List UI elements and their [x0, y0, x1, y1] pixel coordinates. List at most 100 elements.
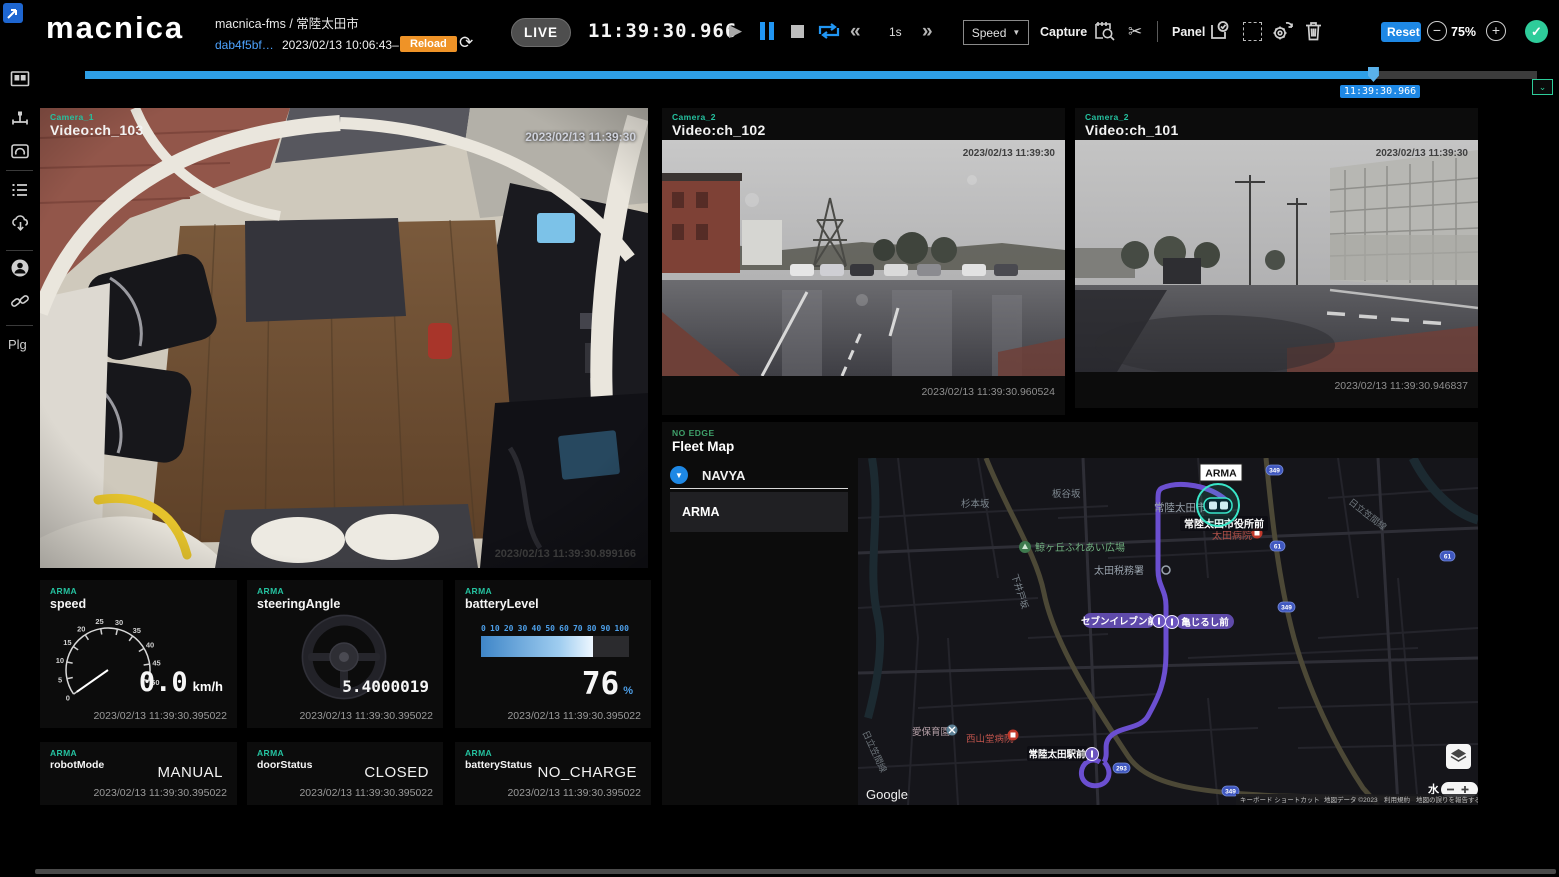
svg-text:5: 5: [58, 676, 62, 685]
macnica-logo: macnica: [46, 10, 184, 46]
trash-icon[interactable]: [1303, 20, 1324, 42]
map-label-itaya: 板谷坂: [1052, 488, 1081, 500]
battery-scale: 0102030405060708090100: [481, 624, 629, 633]
panel-label: Panel: [1172, 25, 1205, 39]
channel-label: Video:ch_103: [50, 122, 144, 139]
telemetry-card-steering: ARMA steeringAngle 5.4000019 2023/02/13 …: [247, 580, 443, 728]
video-header-ch102: Camera_2 Video:ch_102: [672, 112, 766, 139]
sidebar-divider: [6, 250, 33, 251]
capture-list-icon[interactable]: [1093, 19, 1116, 42]
sidebar-item-plugins[interactable]: Plg: [8, 337, 27, 352]
stop-button[interactable]: [791, 25, 804, 38]
gauge-panel-icon[interactable]: [10, 141, 30, 161]
vehicle-list-item[interactable]: ARMA: [670, 492, 848, 532]
svg-text:61: 61: [1444, 554, 1452, 561]
fms-app: macnica macnica-fms / 常陸太田市 dab4f5bf… 20…: [0, 0, 1559, 877]
panel-save-icon[interactable]: [1208, 19, 1231, 42]
user-icon[interactable]: [10, 258, 30, 278]
metric-value: NO_CHARGE: [537, 764, 637, 781]
battery-bar: [481, 636, 629, 657]
stream-id-link[interactable]: dab4f5bf…: [215, 38, 274, 52]
zoom-reset-button[interactable]: Reset: [1381, 22, 1421, 42]
camera-label: Camera_2: [1085, 112, 1179, 122]
play-button[interactable]: ▶: [729, 21, 742, 41]
map-label-water: 水: [1428, 782, 1440, 796]
svg-text:25: 25: [95, 617, 103, 626]
timeline-track[interactable]: 11:39:30.966: [85, 71, 1537, 79]
hospital-glyph: [1255, 531, 1260, 536]
map-viewport[interactable]: 常陸太田市 杉本坂 板谷坂 下井戸坂 日立笠間線 日立笠間線 太田税務署 鯨ヶ丘…: [858, 458, 1478, 805]
edge-status-label: NO EDGE: [672, 428, 715, 438]
speed-value: 0.0 km/h: [139, 667, 223, 698]
video-header-ch101: Camera_2 Video:ch_101: [1085, 112, 1179, 139]
video-timestamp-frame: 2023/02/13 11:39:30.960524: [921, 386, 1055, 398]
list-icon[interactable]: [10, 180, 30, 200]
pause-button[interactable]: [760, 22, 774, 40]
map-layers-button[interactable]: [1446, 744, 1471, 769]
svg-text:349: 349: [1281, 605, 1292, 612]
metric-name: doorStatus: [257, 759, 312, 771]
video-timestamp-overlay: 2023/02/13 11:39:30: [1376, 148, 1468, 159]
metric-name: batteryStatus: [465, 759, 532, 771]
svg-text:常陸太田駅前: 常陸太田駅前: [1028, 749, 1086, 761]
pipeline-node-icon[interactable]: [10, 109, 30, 129]
reload-button[interactable]: Reload: [400, 36, 457, 52]
svg-text:61: 61: [1274, 544, 1282, 551]
battery-value: 76 %: [582, 666, 633, 702]
scissors-icon[interactable]: ✂: [1128, 22, 1142, 42]
vehicle-tag: ARMA: [1200, 464, 1242, 481]
channel-label: Video:ch_102: [672, 122, 766, 139]
horizontal-scrollbar[interactable]: [35, 869, 1556, 874]
stop-kamejirushi[interactable]: 亀じるし前: [1176, 614, 1234, 629]
group-name: NAVYA: [702, 468, 745, 483]
dashboard-icon[interactable]: [10, 69, 30, 89]
playback-clock: 11:39:30.966: [588, 20, 737, 42]
source-label: ARMA: [50, 586, 77, 596]
svg-text:セブンイレブン前: セブンイレブン前: [1081, 616, 1158, 628]
svg-text:ARMA: ARMA: [1205, 468, 1237, 480]
group-expander-icon[interactable]: ▼: [670, 466, 688, 484]
loop-button[interactable]: [816, 20, 842, 42]
zoom-in-button[interactable]: +: [1486, 21, 1506, 41]
zoom-level: 75%: [1451, 25, 1476, 39]
metric-value: CLOSED: [364, 764, 429, 781]
header-bar: macnica macnica-fms / 常陸太田市 dab4f5bf… 20…: [0, 0, 1559, 62]
attr-terms[interactable]: 利用規約: [1384, 795, 1411, 804]
link-icon[interactable]: [10, 291, 30, 311]
step-back-button[interactable]: «: [850, 21, 861, 43]
map-label-sugimoto: 杉本坂: [961, 498, 990, 510]
svg-text:20: 20: [77, 624, 85, 633]
attr-shortcuts[interactable]: キーボード ショートカット: [1240, 796, 1320, 804]
window-expand-icon[interactable]: [3, 3, 23, 23]
video-header-ch103: Camera_1 Video:ch_103: [50, 112, 144, 139]
panel-settings-icon[interactable]: [1271, 19, 1295, 43]
metric-name: speed: [50, 597, 86, 611]
stop-seven-eleven[interactable]: セブンイレブン前: [1081, 613, 1158, 628]
attr-report[interactable]: 地図の誤りを報告する: [1416, 795, 1478, 804]
live-button[interactable]: LIVE: [511, 18, 571, 47]
timeline-collapse-button[interactable]: ⌄: [1532, 79, 1553, 95]
step-forward-button[interactable]: »: [922, 21, 933, 43]
sidebar-divider: [6, 170, 33, 171]
chevron-down-icon: ▼: [1012, 28, 1020, 37]
vehicle-marker[interactable]: [1197, 484, 1239, 526]
metric-timestamp: 2023/02/13 11:39:30.395022: [299, 710, 433, 722]
refresh-icon[interactable]: ⟳: [459, 33, 473, 53]
source-label: ARMA: [50, 748, 77, 758]
map-label-tax-office: 太田税務署: [1094, 564, 1144, 577]
cloud-download-icon[interactable]: [10, 213, 30, 233]
speed-select[interactable]: Speed ▼: [963, 20, 1029, 45]
battery-bar-fill: [481, 636, 593, 657]
source-label: ARMA: [257, 748, 284, 758]
telemetry-card-robot-mode: ARMA robotMode MANUAL 2023/02/13 11:39:3…: [40, 742, 237, 805]
hospital-glyph-2: [1011, 733, 1016, 738]
svg-text:35: 35: [133, 626, 141, 635]
camera-label: Camera_1: [50, 112, 144, 122]
select-area-icon[interactable]: [1243, 22, 1262, 41]
zoom-out-button[interactable]: −: [1427, 21, 1447, 41]
timeline-handle[interactable]: [1368, 67, 1379, 82]
stop-station[interactable]: 常陸太田駅前: [1027, 746, 1087, 761]
sidebar-divider: [6, 325, 33, 326]
speed-select-label: Speed: [972, 26, 1007, 40]
stream-start-time: 2023/02/13 10:06:43–: [282, 38, 399, 52]
